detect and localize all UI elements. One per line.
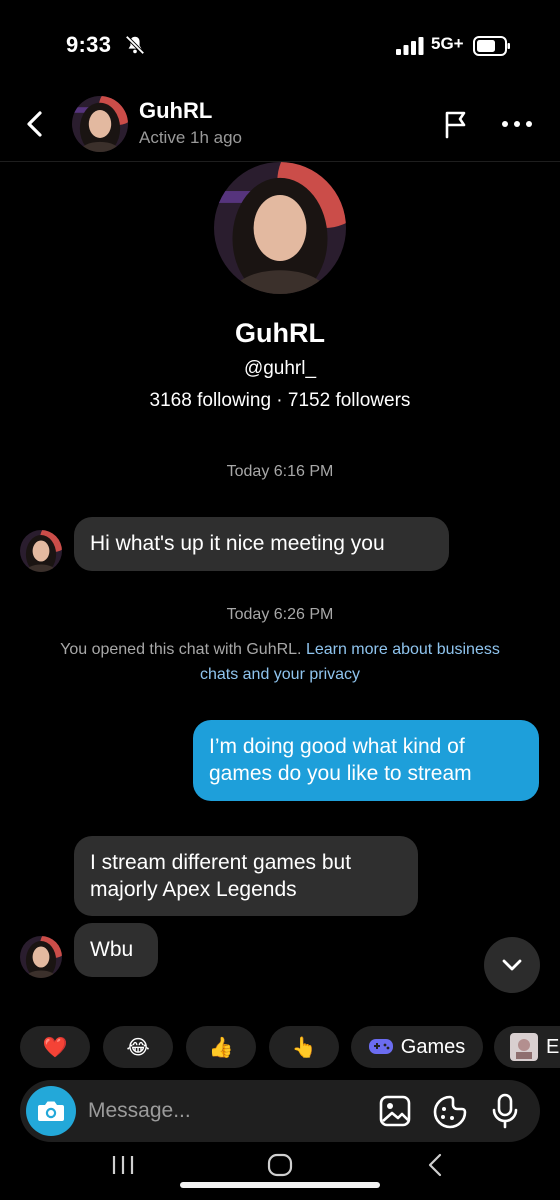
nav-back-icon[interactable]	[425, 1153, 445, 1177]
effects-thumbnail-icon	[510, 1033, 538, 1061]
message-bubble-outgoing[interactable]: I’m doing good what kind of games do you…	[193, 720, 539, 801]
message-bubble-incoming[interactable]: I stream different games but majorly Ape…	[74, 836, 418, 916]
system-nav-bar	[0, 1150, 560, 1200]
battery-icon	[473, 36, 510, 56]
gallery-icon[interactable]	[378, 1094, 412, 1128]
privacy-notice: You opened this chat with GuhRL. Learn m…	[60, 637, 500, 687]
back-arrow-icon[interactable]	[20, 107, 50, 141]
avatar-image	[20, 530, 62, 572]
header-name[interactable]: GuhRL	[139, 98, 212, 124]
thumbs-up-reaction-button[interactable]: 👍	[186, 1026, 256, 1068]
more-options-icon[interactable]	[500, 114, 534, 134]
message-bubble-incoming[interactable]: Hi what's up it nice meeting you	[74, 517, 449, 571]
chat-header: GuhRL Active 1h ago	[0, 92, 560, 162]
quick-reply-bar: ❤️ 😂 👍 👆 Games E	[0, 1026, 560, 1070]
status-bar: 9:33 5G+	[0, 0, 560, 92]
microphone-icon[interactable]	[490, 1093, 520, 1129]
profile-handle: @guhrl_	[243, 358, 317, 379]
heart-reaction-button[interactable]: ❤️	[20, 1026, 90, 1068]
timestamp: Today 6:16 PM	[226, 463, 334, 480]
network-label: 5G+	[431, 34, 464, 53]
chevron-down-icon	[502, 959, 522, 971]
avatar[interactable]	[72, 96, 128, 152]
camera-icon	[38, 1101, 64, 1121]
avatar[interactable]	[20, 530, 62, 572]
point-up-reaction-button[interactable]: 👆	[269, 1026, 339, 1068]
profile-name: GuhRL	[235, 318, 325, 348]
signal-icon	[396, 37, 424, 55]
gamepad-icon	[368, 1039, 393, 1054]
message-composer	[20, 1080, 540, 1142]
sticker-icon[interactable]	[432, 1094, 468, 1130]
status-time: 9:33	[66, 32, 112, 57]
notice-text: You opened this chat with GuhRL.	[60, 641, 306, 658]
camera-button[interactable]	[26, 1086, 76, 1136]
heart-emoji-icon: ❤️	[42, 1036, 68, 1059]
flag-icon[interactable]	[440, 108, 472, 140]
home-indicator[interactable]	[180, 1182, 380, 1188]
recent-apps-icon[interactable]	[110, 1154, 136, 1176]
scroll-to-bottom-button[interactable]	[484, 937, 540, 993]
effects-button[interactable]: E	[494, 1026, 560, 1068]
effects-label: E	[546, 1035, 560, 1058]
avatar-image	[20, 936, 62, 978]
games-button[interactable]: Games	[351, 1026, 483, 1068]
profile-avatar[interactable]	[214, 162, 346, 294]
thumbs-up-emoji-icon: 👍	[208, 1036, 234, 1059]
games-label: Games	[400, 1035, 466, 1058]
pointing-emoji-icon: 👆	[291, 1036, 317, 1059]
active-status: Active 1h ago	[139, 128, 243, 147]
avatar[interactable]	[20, 936, 62, 978]
message-bubble-incoming[interactable]: Wbu	[74, 923, 158, 977]
profile-avatar-image	[214, 162, 346, 294]
bell-muted-icon	[125, 35, 145, 55]
avatar-image	[72, 96, 128, 152]
timestamp: Today 6:26 PM	[226, 606, 334, 623]
message-input[interactable]	[88, 1080, 368, 1142]
laughing-emoji-icon: 😂	[126, 1036, 150, 1059]
laugh-reaction-button[interactable]: 😂	[103, 1026, 173, 1068]
profile-follow-stats: 3168 following · 7152 followers	[149, 390, 411, 411]
home-icon[interactable]	[267, 1153, 293, 1177]
